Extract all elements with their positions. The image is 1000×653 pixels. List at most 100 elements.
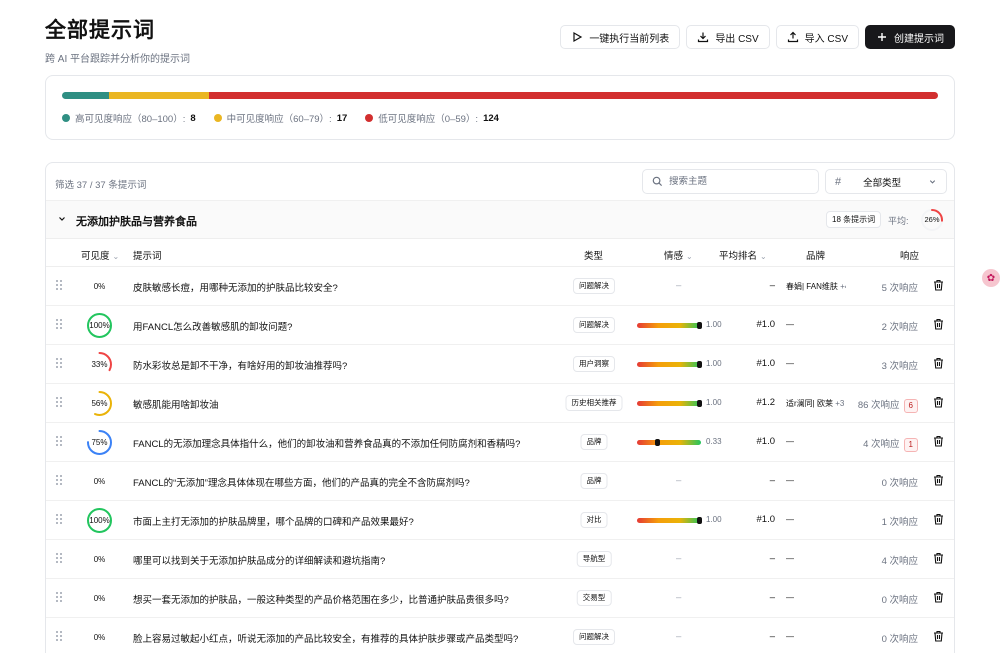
trash-icon[interactable] xyxy=(933,513,944,525)
prompt-text[interactable]: 用FANCL怎么改善敏感肌的卸妆问题? xyxy=(133,319,292,333)
run-list-button[interactable]: 一键执行当前列表 xyxy=(560,25,681,49)
visibility-ring: 0% xyxy=(86,273,113,300)
table-row[interactable]: 100% 用FANCL怎么改善敏感肌的卸妆问题? 问题解决 1.00 #1.0 … xyxy=(46,306,954,345)
response-count[interactable]: 4 次响应 xyxy=(882,553,918,567)
page-header: 全部提示词 跨 AI 平台跟踪并分析你的提示词 xyxy=(45,14,190,65)
response-count[interactable]: 1 次响应 xyxy=(882,514,918,528)
trash-icon[interactable] xyxy=(933,474,944,486)
response-count[interactable]: 86 次响应 6 xyxy=(858,397,918,413)
trash-icon[interactable] xyxy=(933,318,944,330)
visibility-summary-card: 高可见度响应（80–100）: 8 中可见度响应（60–79）: 17 低可见度… xyxy=(45,75,955,140)
table-row[interactable]: 0% FANCL的“无添加”理念具体体现在哪些方面，他们的产品真的完全不含防腐剂… xyxy=(46,462,954,501)
sentiment-value: – xyxy=(676,592,682,603)
prompt-text[interactable]: FANCL的无添加理念具体指什么，他们的卸妆油和营养食品真的不添加任何防腐剂和香… xyxy=(133,436,520,450)
prompt-text[interactable]: 皮肤敏感长痘，用哪种无添加的护肤品比较安全? xyxy=(133,280,338,294)
sort-icon: ⌄ xyxy=(686,252,693,261)
col-avg-rank[interactable]: 平均排名 ⌄ xyxy=(719,248,767,262)
response-count-text: 4 次响应 xyxy=(863,439,900,450)
grip-icon[interactable] xyxy=(55,513,63,525)
export-csv-button[interactable]: 导出 CSV xyxy=(686,25,770,49)
search-input[interactable] xyxy=(669,176,809,187)
download-icon xyxy=(698,32,709,43)
brand-names: — xyxy=(786,554,794,563)
grip-icon[interactable] xyxy=(55,591,63,603)
trash-icon[interactable] xyxy=(933,552,944,564)
filter-count: 筛选 37 / 37 条提示词 xyxy=(55,180,147,191)
table-row[interactable]: 33% 防水彩妆总是卸不干净，有啥好用的卸妆油推荐吗? 用户洞察 1.00 #1… xyxy=(46,345,954,384)
grip-icon[interactable] xyxy=(55,357,63,369)
prompt-text[interactable]: 想买一套无添加的护肤品，一般这种类型的产品价格范围在多少，比普通护肤品贵很多吗? xyxy=(133,592,509,606)
prompt-text[interactable]: 敏感肌能用啥卸妆油 xyxy=(133,397,219,411)
import-csv-button[interactable]: 导入 CSV xyxy=(775,25,859,49)
response-count[interactable]: 0 次响应 xyxy=(882,475,918,489)
sentiment-gradient xyxy=(637,401,701,406)
col-sentiment[interactable]: 情感 ⌄ xyxy=(664,248,693,262)
visibility-value: 75% xyxy=(91,438,108,447)
flag-badge: 1 xyxy=(903,438,918,452)
table-row[interactable]: 0% 想买一套无添加的护肤品，一般这种类型的产品价格范围在多少，比普通护肤品贵很… xyxy=(46,579,954,618)
trash-icon[interactable] xyxy=(933,396,944,408)
brand-list: 适r澜同| 欧莱 +3 xyxy=(786,398,846,409)
assistant-icon[interactable]: ✿ xyxy=(982,269,1000,287)
sentiment-value: 0.33 xyxy=(706,437,722,446)
table-row[interactable]: 56% 敏感肌能用啥卸妆油 历史相关推荐 1.00 #1.2 适r澜同| 欧莱 … xyxy=(46,384,954,423)
brand-names: — xyxy=(786,359,794,368)
brand-list: — xyxy=(786,359,846,368)
grip-icon[interactable] xyxy=(55,474,63,486)
response-count-text: 0 次响应 xyxy=(881,634,918,645)
trash-icon[interactable] xyxy=(933,630,944,642)
prompt-text[interactable]: 防水彩妆总是卸不干净，有啥好用的卸妆油推荐吗? xyxy=(133,358,347,372)
table-row[interactable]: 0% 脸上容易过敏起小红点，听说无添加的产品比较安全，有推荐的具体护肤步骤或产品… xyxy=(46,618,954,653)
prompt-text[interactable]: 市面上主打无添加的护肤品牌里，哪个品牌的口碑和产品效果最好? xyxy=(133,514,414,528)
create-prompt-button[interactable]: 创建提示词 xyxy=(865,25,955,49)
response-count[interactable]: 0 次响应 xyxy=(882,592,918,606)
prompt-table: 筛选 37 / 37 条提示词 # 全部类型 无添加护肤品与营养食品 18 条提… xyxy=(45,162,955,653)
search-box[interactable] xyxy=(642,169,819,194)
type-filter-select[interactable]: # 全部类型 xyxy=(825,169,947,194)
brand-more: +3 xyxy=(835,399,845,408)
sentiment-bar xyxy=(637,438,717,447)
chevron-down-icon[interactable] xyxy=(57,214,67,224)
type-badge-label: 问题解决 xyxy=(573,317,615,333)
col-visibility[interactable]: 可见度 ⌄ xyxy=(81,248,119,262)
response-count[interactable]: 3 次响应 xyxy=(882,358,918,372)
type-badge-label: 导航型 xyxy=(576,551,612,567)
visibility-ring: 0% xyxy=(86,546,113,573)
grip-icon[interactable] xyxy=(55,318,63,330)
brand-names: — xyxy=(786,476,794,485)
response-count[interactable]: 2 次响应 xyxy=(882,319,918,333)
sentiment-value: 1.00 xyxy=(706,320,722,329)
brand-names: — xyxy=(786,320,794,329)
trash-icon[interactable] xyxy=(933,279,944,291)
trash-icon[interactable] xyxy=(933,357,944,369)
response-count[interactable]: 0 次响应 xyxy=(882,631,918,645)
grip-icon[interactable] xyxy=(55,552,63,564)
sentiment-marker xyxy=(697,322,702,329)
trash-icon[interactable] xyxy=(933,591,944,603)
avg-rank: #1.0 xyxy=(756,358,776,369)
table-row[interactable]: 75% FANCL的无添加理念具体指什么，他们的卸妆油和营养食品真的不添加任何防… xyxy=(46,423,954,462)
table-row[interactable]: 0% 哪里可以找到关于无添加护肤品成分的详细解读和避坑指南? 导航型 – – —… xyxy=(46,540,954,579)
visibility-bar-high xyxy=(62,92,110,99)
avg-rank: – xyxy=(769,475,775,486)
sentiment-value: – xyxy=(676,475,682,486)
response-count[interactable]: 5 次响应 xyxy=(882,280,918,294)
sentiment-marker xyxy=(697,517,702,524)
response-count[interactable]: 4 次响应 1 xyxy=(863,436,918,452)
table-row[interactable]: 0% 皮肤敏感长痘，用哪种无添加的护肤品比较安全? 问题解决 – – 春娟| F… xyxy=(46,267,954,306)
response-count-text: 1 次响应 xyxy=(881,517,918,528)
prompt-text[interactable]: 脸上容易过敏起小红点，听说无添加的产品比较安全，有推荐的具体护肤步骤或产品类型吗… xyxy=(133,631,518,645)
table-row[interactable]: 100% 市面上主打无添加的护肤品牌里，哪个品牌的口碑和产品效果最好? 对比 1… xyxy=(46,501,954,540)
prompt-text[interactable]: 哪里可以找到关于无添加护肤品成分的详细解读和避坑指南? xyxy=(133,553,385,567)
grip-icon[interactable] xyxy=(55,630,63,642)
table-body: 0% 皮肤敏感长痘，用哪种无添加的护肤品比较安全? 问题解决 – – 春娟| F… xyxy=(46,267,954,653)
type-badge-label: 历史相关推荐 xyxy=(565,395,623,411)
grip-icon[interactable] xyxy=(55,279,63,291)
group-header[interactable]: 无添加护肤品与营养食品 18 条提示词 平均: 26% xyxy=(46,201,954,239)
grip-icon[interactable] xyxy=(55,435,63,447)
search-icon xyxy=(652,176,663,187)
prompt-text[interactable]: FANCL的“无添加”理念具体体现在哪些方面，他们的产品真的完全不含防腐剂吗? xyxy=(133,475,470,489)
trash-icon[interactable] xyxy=(933,435,944,447)
visibility-ring: 0% xyxy=(86,468,113,495)
grip-icon[interactable] xyxy=(55,396,63,408)
